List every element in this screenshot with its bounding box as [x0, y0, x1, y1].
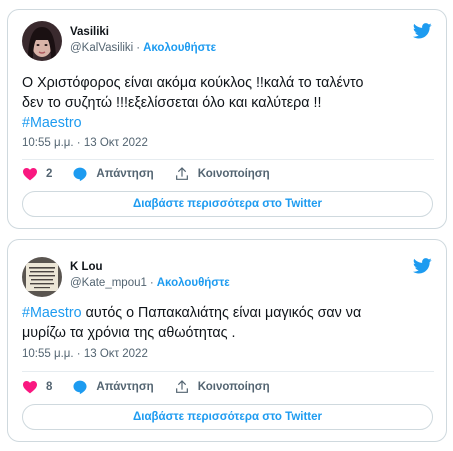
- author-handle[interactable]: @Kate_mpou1: [70, 277, 147, 289]
- share-button[interactable]: Κοινοποίηση: [174, 379, 270, 395]
- author-handle[interactable]: @KalVasiliki: [70, 42, 133, 54]
- like-button[interactable]: 8: [22, 379, 52, 395]
- tweet-text: Ο Χριστόφορος είναι ακόμα κούκλος !!καλά…: [22, 73, 434, 133]
- tweet-card: Vasiliki @KalVasiliki · Ακολουθήστε Ο Χρισ…: [7, 9, 447, 229]
- reply-label: Απάντηση: [96, 168, 154, 180]
- like-count: 2: [46, 168, 53, 180]
- twitter-bird-icon[interactable]: [413, 23, 432, 39]
- separator-dot: ·: [149, 277, 154, 289]
- share-label: Κοινοποίηση: [197, 381, 270, 393]
- author-name[interactable]: Vasiliki: [70, 26, 109, 38]
- reply-button[interactable]: Απάντηση: [72, 379, 154, 395]
- reply-bubble-icon: [73, 380, 87, 395]
- share-button[interactable]: Κοινοποίηση: [174, 166, 270, 182]
- heart-icon: [23, 168, 37, 181]
- tweet-text-line: #Maestro αυτός ο Παπακαλιάτης είναι μαγι…: [22, 303, 434, 323]
- follow-link[interactable]: Ακολουθήστε: [157, 277, 230, 289]
- read-more-button[interactable]: Διαβάστε περισσότερα στο Twitter: [22, 191, 433, 217]
- hashtag-link[interactable]: #Maestro: [22, 305, 82, 321]
- share-icon: [175, 380, 188, 393]
- share-label: Κοινοποίηση: [197, 168, 270, 180]
- divider: [22, 371, 434, 372]
- share-icon: [175, 167, 188, 180]
- divider: [22, 159, 434, 160]
- action-bar: 8 Απάντηση Κοινοποίηση: [22, 378, 290, 396]
- like-button[interactable]: 2: [22, 166, 52, 182]
- avatar[interactable]: [22, 21, 62, 61]
- handle-row: @Kate_mpou1 · Ακολουθήστε: [70, 277, 230, 289]
- reply-label: Απάντηση: [96, 381, 154, 393]
- tweet-timestamp[interactable]: 10:55 μ.μ. · 13 Οκτ 2022: [22, 137, 148, 149]
- twitter-bird-icon[interactable]: [413, 258, 432, 274]
- heart-icon: [23, 381, 37, 394]
- like-count: 8: [46, 381, 53, 393]
- handle-row: @KalVasiliki · Ακολουθήστε: [70, 42, 216, 54]
- read-more-button[interactable]: Διαβάστε περισσότερα στο Twitter: [22, 404, 433, 430]
- avatar[interactable]: [22, 257, 62, 297]
- tweet-text-segment: αυτός ο Παπακαλιάτης είναι μαγικός σαν ν…: [81, 305, 362, 321]
- hashtag-link[interactable]: #Maestro: [22, 113, 434, 133]
- tweet-text-line: δεν το συζητώ !!!εξελίσσεται όλο και καλ…: [22, 95, 322, 111]
- tweet-card: K Lou @Kate_mpou1 · Ακολουθήστε #Maestro α…: [7, 239, 447, 442]
- tweet-text-line: μυρίζω τα χρόνια της αθωότητας .: [22, 325, 236, 341]
- author-name[interactable]: K Lou: [70, 261, 103, 273]
- tweet-text: #Maestro αυτός ο Παπακαλιάτης είναι μαγι…: [22, 303, 434, 343]
- reply-button[interactable]: Απάντηση: [72, 166, 154, 182]
- reply-bubble-icon: [73, 167, 87, 182]
- action-bar: 2 Απάντηση Κοινοποίηση: [22, 165, 290, 183]
- separator-dot: ·: [136, 42, 141, 54]
- tweet-timestamp[interactable]: 10:55 μ.μ. · 13 Οκτ 2022: [22, 348, 148, 360]
- follow-link[interactable]: Ακολουθήστε: [143, 42, 216, 54]
- tweet-text-line: Ο Χριστόφορος είναι ακόμα κούκλος !!καλά…: [22, 75, 364, 91]
